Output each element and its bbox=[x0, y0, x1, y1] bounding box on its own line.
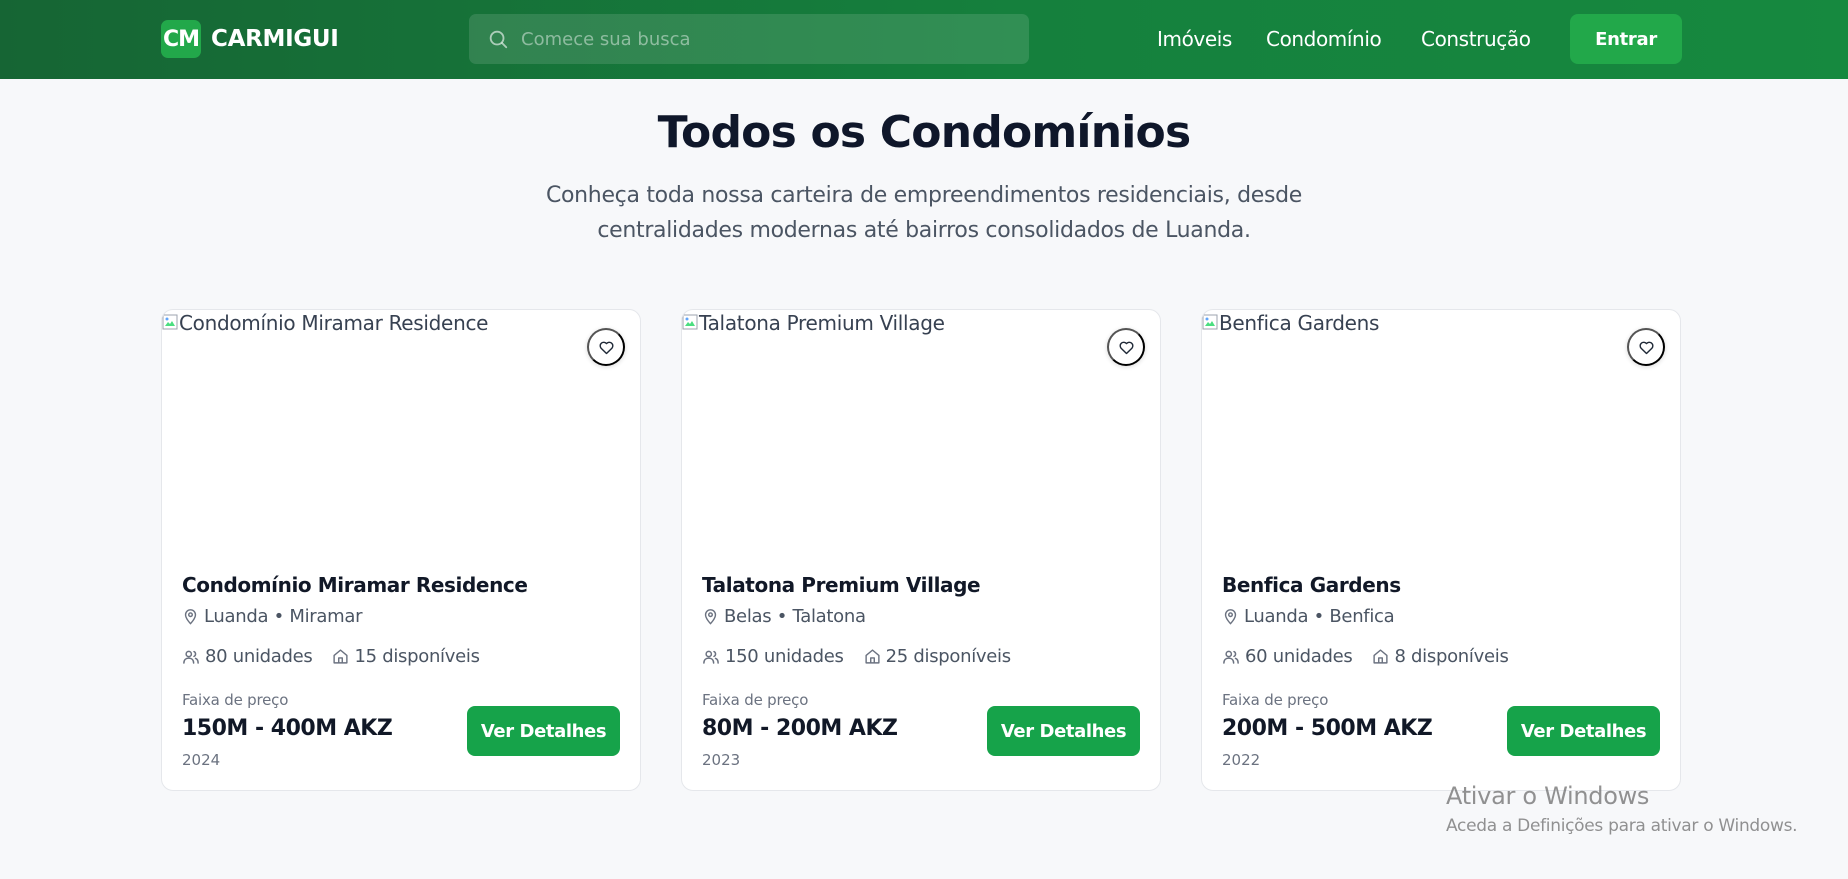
year-text: 2024 bbox=[182, 751, 221, 769]
search-bar[interactable] bbox=[469, 14, 1029, 64]
heart-icon bbox=[599, 341, 613, 354]
condominium-card[interactable]: Talatona Premium Village Talatona Premiu… bbox=[681, 309, 1161, 791]
card-image: Talatona Premium Village bbox=[682, 310, 1160, 545]
available-text: 15 disponíveis bbox=[354, 646, 480, 667]
price-label: Faixa de preço bbox=[182, 691, 289, 709]
image-alt-text: Benfica Gardens bbox=[1219, 311, 1380, 335]
units-text: 150 unidades bbox=[725, 646, 844, 667]
image-alt-text: Talatona Premium Village bbox=[699, 311, 945, 335]
available-stat: 15 disponíveis bbox=[332, 646, 480, 667]
card-stats: 150 unidades 25 disponíveis bbox=[702, 646, 1031, 667]
heart-icon bbox=[1119, 341, 1133, 354]
location-text: Luanda • Miramar bbox=[204, 606, 363, 627]
card-location: Belas • Talatona bbox=[702, 606, 866, 627]
year-text: 2023 bbox=[702, 751, 741, 769]
windows-activation-title: Ativar o Windows bbox=[1446, 782, 1650, 810]
units-text: 80 unidades bbox=[205, 646, 313, 667]
top-navbar: CM CARMIGUI Imóveis Condomínio Construçã… bbox=[0, 0, 1848, 79]
available-text: 25 disponíveis bbox=[885, 646, 1011, 667]
nav-link-construcao[interactable]: Construção bbox=[1421, 26, 1531, 52]
units-stat: 60 unidades bbox=[1222, 646, 1353, 667]
condominium-card[interactable]: Benfica Gardens Benfica Gardens Luanda •… bbox=[1201, 309, 1681, 791]
brand-logo-link[interactable]: CM CARMIGUI bbox=[161, 20, 339, 58]
map-pin-icon bbox=[1224, 609, 1237, 625]
broken-image-icon bbox=[162, 314, 178, 330]
card-image: Condomínio Miramar Residence bbox=[162, 310, 640, 545]
favorite-button[interactable] bbox=[1107, 328, 1145, 366]
brand-name: CARMIGUI bbox=[211, 26, 339, 52]
card-stats: 60 unidades 8 disponíveis bbox=[1222, 646, 1529, 667]
card-title: Benfica Gardens bbox=[1222, 573, 1401, 597]
price-label: Faixa de preço bbox=[1222, 691, 1329, 709]
windows-activation-subtitle: Aceda a Definições para ativar o Windows… bbox=[1446, 816, 1798, 836]
page: CM CARMIGUI Imóveis Condomínio Construçã… bbox=[0, 0, 1848, 879]
brand-mark: CM bbox=[161, 20, 201, 58]
price-range: 80M - 200M AKZ bbox=[702, 716, 898, 741]
favorite-button[interactable] bbox=[1627, 328, 1665, 366]
home-icon bbox=[1373, 649, 1389, 664]
broken-image-icon bbox=[1202, 314, 1218, 330]
available-stat: 8 disponíveis bbox=[1372, 646, 1509, 667]
year-text: 2022 bbox=[1222, 751, 1261, 769]
view-details-button[interactable]: Ver Detalhes bbox=[987, 706, 1140, 756]
users-icon bbox=[1223, 650, 1239, 664]
units-stat: 80 unidades bbox=[182, 646, 313, 667]
card-title: Condomínio Miramar Residence bbox=[182, 573, 528, 597]
units-stat: 150 unidades bbox=[702, 646, 844, 667]
card-title: Talatona Premium Village bbox=[702, 573, 981, 597]
available-stat: 25 disponíveis bbox=[864, 646, 1011, 667]
login-button[interactable]: Entrar bbox=[1570, 14, 1682, 64]
heart-icon bbox=[1639, 341, 1653, 354]
favorite-button[interactable] bbox=[587, 328, 625, 366]
card-image: Benfica Gardens bbox=[1202, 310, 1680, 545]
view-details-button[interactable]: Ver Detalhes bbox=[1507, 706, 1660, 756]
nav-link-imoveis[interactable]: Imóveis bbox=[1157, 26, 1232, 52]
price-range: 150M - 400M AKZ bbox=[182, 716, 393, 741]
card-location: Luanda • Miramar bbox=[182, 606, 363, 627]
users-icon bbox=[183, 650, 199, 664]
price-label: Faixa de preço bbox=[702, 691, 809, 709]
map-pin-icon bbox=[704, 609, 717, 625]
broken-image-icon bbox=[682, 314, 698, 330]
page-subtitle: Conheça toda nossa carteira de empreendi… bbox=[545, 183, 1303, 243]
location-text: Luanda • Benfica bbox=[1244, 606, 1395, 627]
location-text: Belas • Talatona bbox=[724, 606, 866, 627]
card-stats: 80 unidades 15 disponíveis bbox=[182, 646, 500, 667]
card-location: Luanda • Benfica bbox=[1222, 606, 1395, 627]
image-alt-text: Condomínio Miramar Residence bbox=[179, 311, 489, 335]
page-title: Todos os Condomínios bbox=[657, 107, 1192, 158]
price-range: 200M - 500M AKZ bbox=[1222, 716, 1433, 741]
units-text: 60 unidades bbox=[1245, 646, 1353, 667]
nav-link-condominio[interactable]: Condomínio bbox=[1266, 26, 1382, 52]
search-icon bbox=[485, 26, 511, 52]
users-icon bbox=[703, 650, 719, 664]
home-icon bbox=[865, 649, 880, 664]
search-input[interactable] bbox=[521, 14, 1029, 64]
view-details-button[interactable]: Ver Detalhes bbox=[467, 706, 620, 756]
condominium-card[interactable]: Condomínio Miramar Residence Condomínio … bbox=[161, 309, 641, 791]
home-icon bbox=[333, 649, 349, 664]
map-pin-icon bbox=[184, 609, 197, 625]
available-text: 8 disponíveis bbox=[1394, 646, 1509, 667]
